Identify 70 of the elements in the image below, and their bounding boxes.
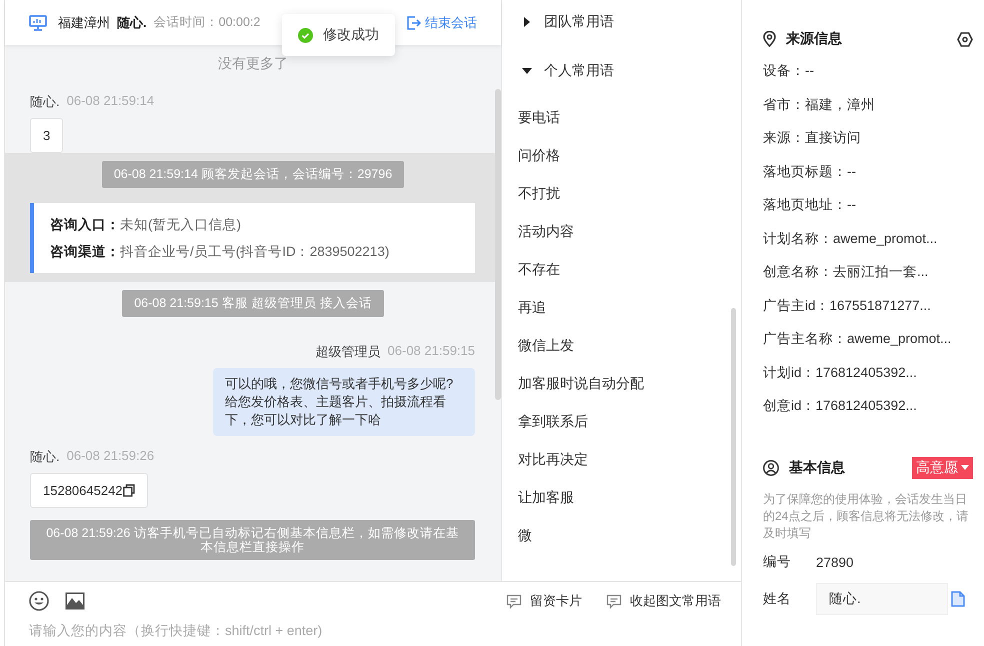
info-field: 落地页标题：--: [763, 154, 973, 188]
info-field: 创意id：176812405392...: [763, 389, 973, 422]
info-field: 广告主id：167551871277...: [763, 288, 973, 322]
message-bubble: 15280645242: [30, 473, 148, 508]
toolbar-button[interactable]: 留资卡片: [506, 592, 582, 610]
message-time: 06-08 21:59:26: [66, 448, 154, 465]
message-time: 06-08 21:59:15: [388, 343, 475, 360]
scrollbar[interactable]: [731, 308, 736, 566]
emoji-button[interactable]: [29, 591, 49, 611]
check-circle-icon: [298, 28, 313, 42]
phrase-item[interactable]: 要电话: [518, 98, 741, 136]
scrollbar[interactable]: [495, 89, 501, 400]
system-message: 06-08 21:59:14 顾客发起会话，会话编号：29796: [102, 161, 404, 188]
message-time: 06-08 21:59:14: [66, 93, 154, 110]
info-field: 广告主名称：aweme_promot...: [763, 322, 973, 356]
exit-icon: [407, 16, 421, 30]
message-bubble: 可以的哦，您微信号或者手机号多少呢?给您发价格表、主题客片、拍摄流程看下，您可以对比了解一下哈: [213, 368, 475, 436]
sender-name: 超级管理员: [316, 343, 381, 361]
message-input[interactable]: 请输入您的内容（换行快捷键：shift/ctrl + enter): [5, 620, 729, 640]
caret-right-icon[interactable]: [524, 17, 530, 27]
phrase-item[interactable]: 问价格: [518, 136, 741, 174]
phrase-item[interactable]: 微信上发: [518, 326, 741, 364]
phrase-item[interactable]: 微: [518, 516, 741, 554]
image-button[interactable]: [65, 592, 85, 610]
notice-message: 06-08 21:59:26 访客手机号已自动标记右侧基本信息栏，如需修改请在基本信息栏直接操作: [30, 520, 475, 560]
phrase-item[interactable]: 活动内容: [518, 212, 741, 250]
name-field[interactable]: 随心.: [816, 583, 948, 615]
sender-name: 随心.: [30, 93, 60, 111]
phrase-item[interactable]: 对比再决定: [518, 440, 741, 478]
field-label: 姓名: [763, 590, 792, 608]
system-message: 06-08 21:59:15 客服 超级管理员 接入会话: [122, 290, 384, 317]
notice-text: 为了保障您的使用体验，会话发生当日的24点之后，顾客信息将无法修改，请及时填写: [763, 490, 970, 542]
info-field: 设备：--: [763, 54, 973, 88]
copy-icon[interactable]: [122, 484, 135, 497]
visitor-name: 随心.: [117, 14, 147, 32]
sender-name: 随心.: [30, 448, 60, 466]
load-more-text: 没有更多了: [218, 55, 288, 71]
phrase-item[interactable]: 拿到联系后: [518, 402, 741, 440]
phrase-item[interactable]: 加客服时说自动分配: [518, 364, 741, 402]
location-pin-icon: [763, 31, 776, 47]
info-field: 落地页地址：--: [763, 188, 973, 222]
settings-icon[interactable]: [957, 32, 973, 46]
end-session-button[interactable]: 结束会话: [407, 14, 477, 32]
section-title: 来源信息: [786, 30, 843, 48]
toast-text: 修改成功: [323, 26, 379, 44]
info-field: 省市：福建，漳州: [763, 88, 973, 121]
caret-down-icon[interactable]: [522, 68, 532, 74]
phrase-item[interactable]: 不打扰: [518, 174, 741, 212]
field-label: 编号: [763, 553, 792, 571]
phrase-item[interactable]: 再追: [518, 288, 741, 326]
location-label: 福建漳州: [58, 14, 110, 32]
section-title: 基本信息: [789, 458, 846, 476]
info-row-text: 咨询入口：未知(暂无入口信息): [50, 216, 242, 234]
message-icon: [506, 594, 522, 608]
info-field: 计划id：176812405392...: [763, 356, 973, 389]
info-field: 来源：直接访问: [763, 121, 973, 154]
phrase-item[interactable]: 让加客服: [518, 478, 741, 516]
info-field: 创意名称：去丽江拍一套...: [763, 255, 973, 288]
phrase-item[interactable]: 不存在: [518, 250, 741, 288]
toolbar-button[interactable]: 收起图文常用语: [606, 592, 721, 610]
info-row-text: 咨询渠道：抖音企业号/员工号(抖音号ID：2839502213): [50, 243, 390, 261]
intent-tag-dropdown[interactable]: 高意愿: [912, 456, 973, 478]
message-bubble: 3: [30, 118, 64, 153]
message-icon: [606, 594, 622, 608]
user-circle-icon: [763, 460, 779, 476]
monitor-icon: [29, 14, 47, 30]
session-time: 会话时间：00:00:2: [154, 14, 262, 31]
field-value: 27890: [816, 554, 854, 570]
info-field: 计划名称：aweme_promot...: [763, 222, 973, 255]
caret-down-icon: [961, 465, 969, 470]
